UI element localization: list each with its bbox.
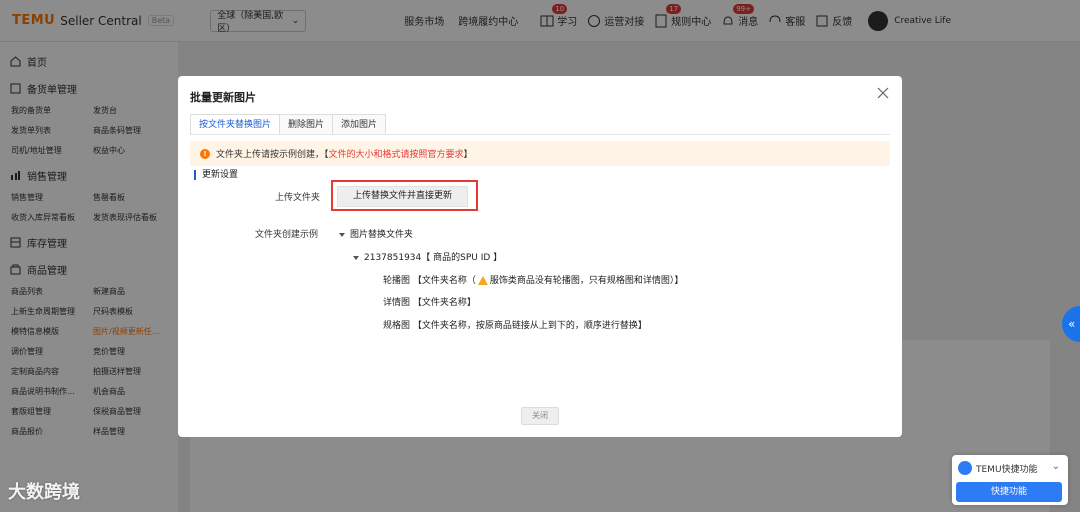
- notice-banner: ! 文件夹上传请按示例创建，【文件的大小和格式请按照官方要求】: [190, 141, 890, 166]
- temu-quick-icon: [958, 461, 972, 475]
- batch-update-images-dialog: 批量更新图片 按文件夹替换图片 删除图片 添加图片 ! 文件夹上传请按示例创建，…: [178, 76, 902, 437]
- tab-replace-by-folder[interactable]: 按文件夹替换图片: [190, 114, 281, 135]
- tree-carousel-b: 服饰类商品没有轮播图，只有规格图和详情图）】: [489, 276, 684, 286]
- notice-prefix: 文件夹上传请按示例创建，【: [216, 150, 329, 160]
- brand-watermark: 大数跨境: [8, 478, 80, 504]
- upload-highlight-box: 上传替换文件并直接更新: [331, 180, 478, 211]
- warning-icon: [477, 276, 488, 285]
- caret-down-icon: [353, 255, 359, 260]
- section-title: 更新设置: [194, 170, 238, 180]
- example-label: 文件夹创建示例: [255, 230, 319, 240]
- quick-function-widget: TEMU快捷功能 ⌄ 快捷功能: [952, 455, 1068, 505]
- notice-highlight: 文件的大小和格式请按照官方要求: [328, 150, 464, 160]
- notice-suffix: 】: [463, 150, 473, 160]
- quick-title: TEMU快捷功能: [976, 465, 1038, 475]
- close-button[interactable]: 关闭: [521, 407, 559, 425]
- dialog-tabs: 按文件夹替换图片 删除图片 添加图片: [190, 114, 387, 135]
- quick-function-button[interactable]: 快捷功能: [956, 482, 1062, 502]
- tree-spu[interactable]: 2137851934【 商品的SPU ID 】: [353, 250, 502, 263]
- collapse-arrow-icon[interactable]: ⌄: [1052, 461, 1060, 472]
- tree-root-label: 图片替换文件夹: [350, 230, 414, 240]
- tree-spec: 规格图 【文件夹名称，按原商品链接从上到下的，顺序进行替换】: [383, 321, 647, 331]
- info-icon: !: [200, 148, 210, 159]
- tree-spu-label: 2137851934【 商品的SPU ID 】: [364, 253, 503, 263]
- caret-down-icon: [339, 232, 345, 237]
- notice-text: 文件夹上传请按示例创建，【文件的大小和格式请按照官方要求】: [216, 147, 473, 160]
- upload-folder-label: 上传文件夹: [275, 193, 321, 203]
- tab-add-images[interactable]: 添加图片: [332, 114, 387, 135]
- tree-root[interactable]: 图片替换文件夹: [339, 227, 413, 240]
- tree-carousel: 轮播图 【文件夹名称（ 服饰类商品没有轮播图，只有规格图和详情图）】: [383, 273, 683, 286]
- double-chevron-left-icon: «: [1068, 317, 1076, 331]
- dialog-title: 批量更新图片: [190, 91, 256, 104]
- upload-replace-button[interactable]: 上传替换文件并直接更新: [337, 186, 468, 207]
- tree-detail: 详情图 【文件夹名称】: [383, 298, 476, 308]
- tab-divider: [190, 134, 890, 135]
- close-icon[interactable]: [876, 86, 890, 100]
- brand-watermark-text: 大数跨境: [8, 482, 80, 503]
- tree-carousel-a: 轮播图 【文件夹名称（: [383, 276, 476, 286]
- tab-delete-images[interactable]: 删除图片: [279, 114, 334, 135]
